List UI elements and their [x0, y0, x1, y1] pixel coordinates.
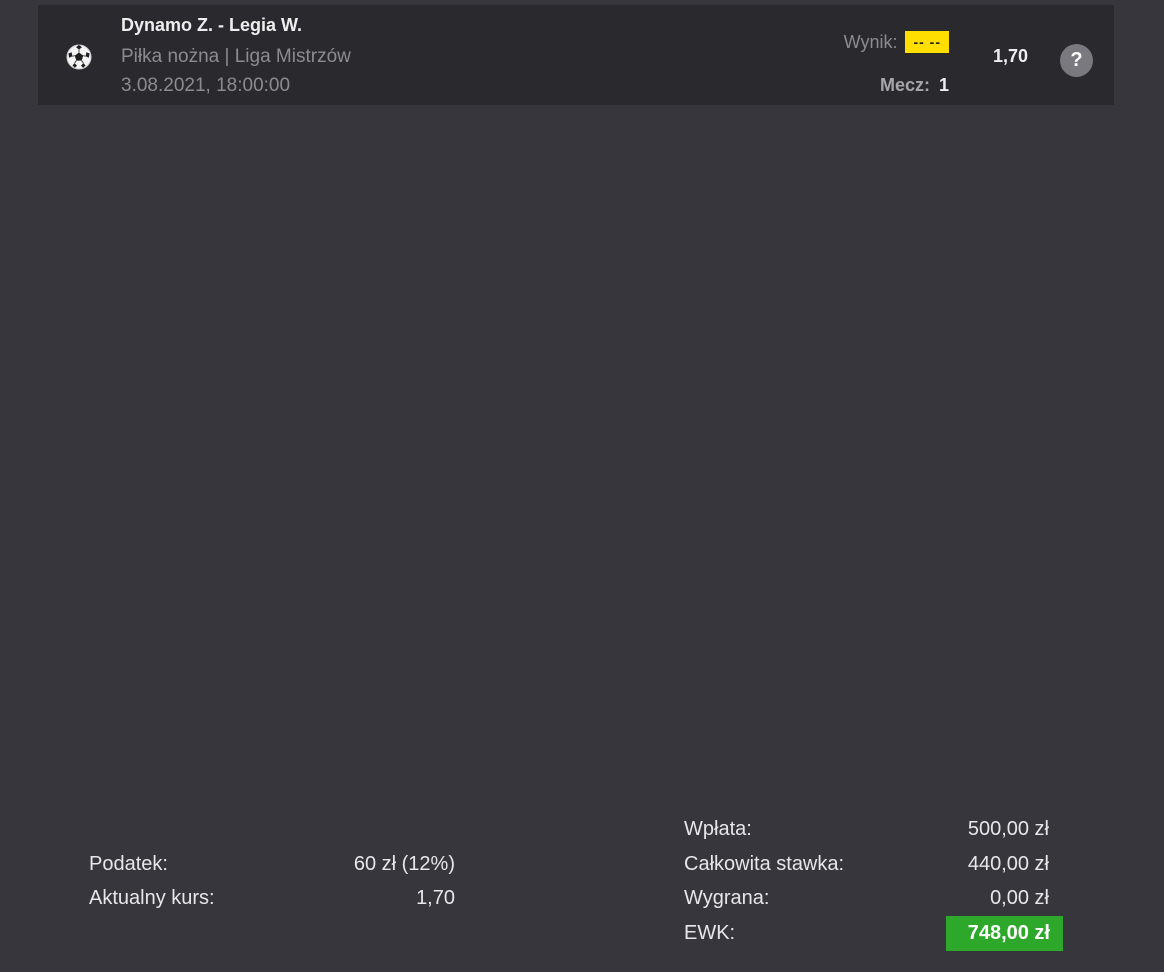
- match-value: 1: [938, 75, 949, 95]
- ewk-label: EWK:: [684, 922, 736, 944]
- tax-value: 60 zł (12%): [353, 853, 455, 875]
- current-odds-label: Aktualny kurs:: [89, 887, 215, 909]
- win-value: 0,00 zł: [990, 887, 1049, 909]
- deposit-label: Wpłata:: [684, 818, 752, 840]
- match-group: Mecz: 1: [880, 75, 949, 96]
- total-stake-label: Całkowita stawka:: [684, 853, 845, 875]
- event-league: Piłka nożna | Liga Mistrzów: [121, 46, 351, 67]
- soccer-ball-icon: [66, 44, 92, 70]
- win-label: Wygrana:: [684, 887, 770, 909]
- event-odds: 1,70: [993, 46, 1029, 66]
- current-odds-value: 1,70: [416, 887, 455, 909]
- result-group: Wynik: -- --: [844, 31, 949, 53]
- question-circle-icon[interactable]: ?: [1060, 44, 1093, 77]
- result-label: Wynik:: [843, 31, 898, 52]
- tax-label: Podatek:: [89, 853, 168, 875]
- event-row[interactable]: Dynamo Z. - Legia W. Piłka nożna | Liga …: [38, 5, 1114, 105]
- ewk-value-badge: 748,00 zł: [946, 916, 1063, 951]
- result-badge: -- --: [905, 31, 949, 53]
- event-title[interactable]: Dynamo Z. - Legia W.: [121, 15, 302, 36]
- total-stake-value: 440,00 zł: [967, 853, 1049, 875]
- deposit-value: 500,00 zł: [967, 818, 1049, 840]
- event-date: 3.08.2021, 18:00:00: [121, 75, 291, 96]
- match-label: Mecz:: [879, 75, 930, 95]
